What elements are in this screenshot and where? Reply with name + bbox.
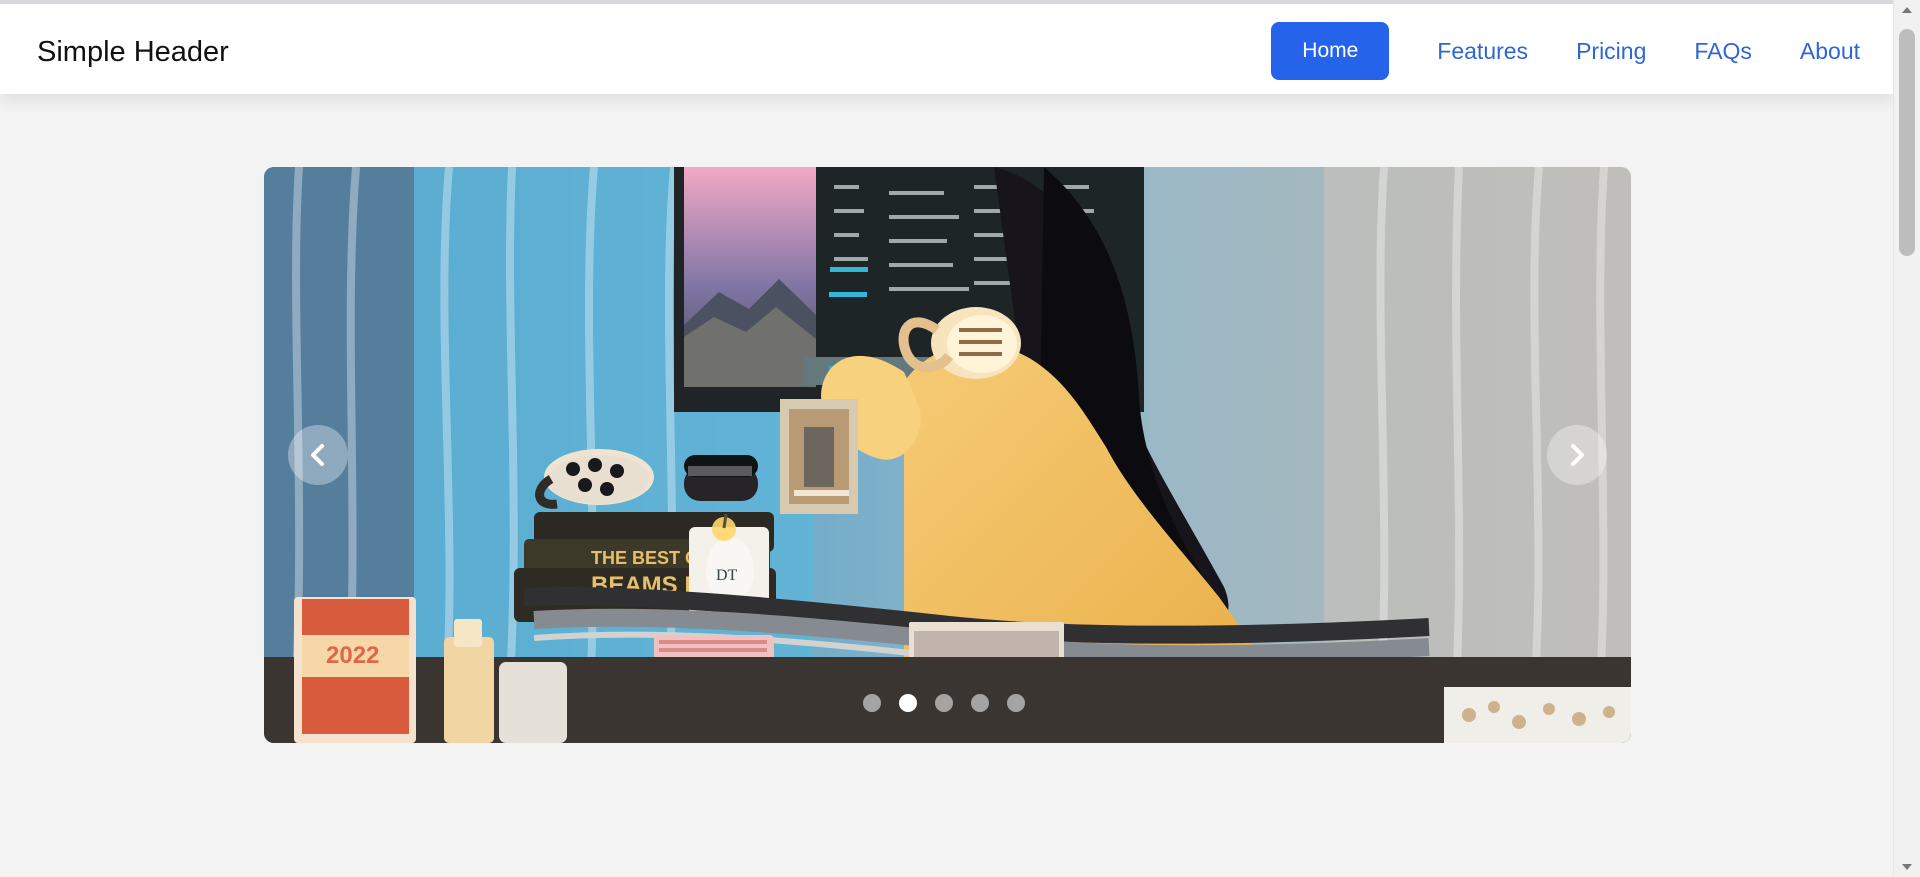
carousel-previous-button[interactable] (288, 425, 348, 485)
svg-text:2022: 2022 (326, 642, 379, 669)
site-header: Simple Header Home Features Pricing FAQs… (0, 4, 1894, 94)
main-navigation: Home Features Pricing FAQs About (1271, 22, 1860, 80)
nav-home-button[interactable]: Home (1271, 22, 1390, 80)
carousel-next-button[interactable] (1547, 425, 1607, 485)
page: Simple Header Home Features Pricing FAQs… (0, 0, 1920, 877)
image-carousel: THE BEST OF BEAMS HOME DT 2022 (264, 167, 1631, 743)
scrollbar-thumb[interactable] (1899, 29, 1915, 256)
carousel-dot-5[interactable] (1007, 694, 1025, 712)
site-title: Simple Header (37, 36, 229, 68)
nav-faqs-link[interactable]: FAQs (1694, 22, 1752, 80)
chevron-left-icon (311, 444, 324, 466)
svg-text:DT: DT (716, 567, 738, 584)
scroll-up-arrow[interactable] (1894, 0, 1920, 20)
carousel-pagination (863, 694, 1027, 712)
carousel-photo: THE BEST OF BEAMS HOME DT 2022 (264, 167, 1631, 743)
scroll-down-arrow[interactable] (1894, 857, 1920, 877)
nav-about-link[interactable]: About (1800, 22, 1860, 80)
carousel-dot-1[interactable] (863, 694, 881, 712)
carousel-dot-3[interactable] (935, 694, 953, 712)
vertical-scrollbar[interactable] (1893, 0, 1920, 877)
chevron-right-icon (1571, 444, 1584, 466)
nav-features-link[interactable]: Features (1437, 22, 1528, 80)
nav-pricing-link[interactable]: Pricing (1576, 22, 1646, 80)
carousel-dot-2-active[interactable] (899, 694, 917, 712)
carousel-dot-4[interactable] (971, 694, 989, 712)
